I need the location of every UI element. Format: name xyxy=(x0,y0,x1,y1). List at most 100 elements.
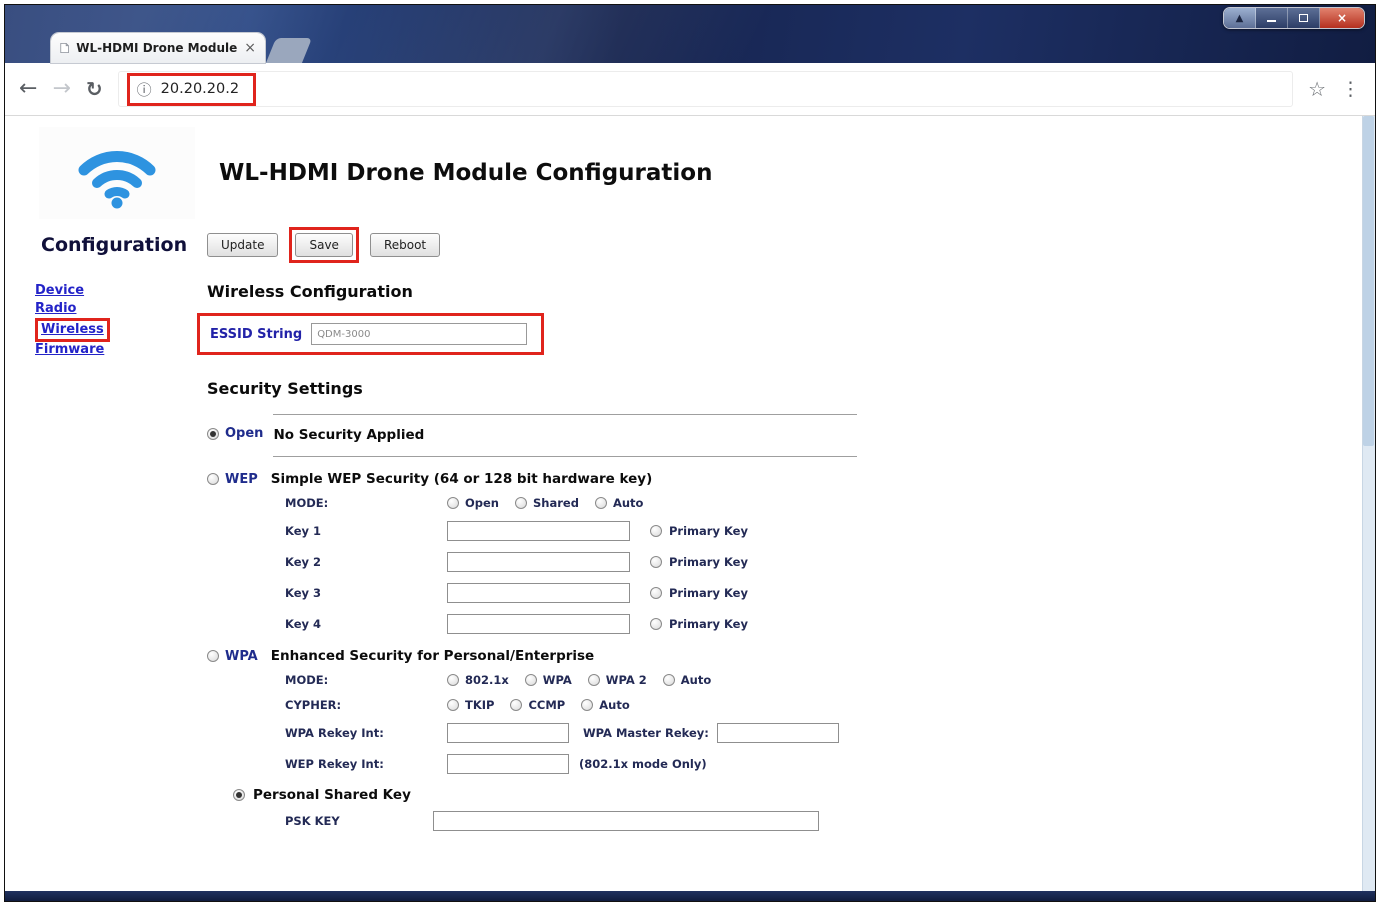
wep-rekey-row: WEP Rekey Int: (802.1x mode Only) xyxy=(285,754,857,774)
wep-rekey-label: WEP Rekey Int: xyxy=(285,757,384,771)
wpa-mode-wpa-radio[interactable] xyxy=(524,674,537,686)
wpa-cypher-ccmp-radio[interactable] xyxy=(510,699,523,711)
scrollbar-thumb[interactable] xyxy=(1363,116,1374,446)
wep-mode-open-radio[interactable] xyxy=(447,497,459,509)
wep-settings: MODE: Open Shared Auto Key 1 Primary Key… xyxy=(285,496,857,634)
bookmark-star-icon[interactable]: ☆ xyxy=(1308,77,1326,101)
wep-description: Simple WEP Security (64 or 128 bit hardw… xyxy=(270,471,653,487)
wep-mode-row: MODE: Open Shared Auto xyxy=(285,496,857,510)
wpa-cypher-label: CYPHER: xyxy=(285,698,342,712)
annotation-box-essid: ESSID String xyxy=(197,313,545,355)
psk-key-input[interactable] xyxy=(433,811,819,831)
security-option-psk: Personal Shared Key xyxy=(233,787,857,803)
wep-key4-row: Key 4 Primary Key xyxy=(285,614,857,634)
security-settings-heading: Security Settings xyxy=(207,379,363,398)
wep-key2-row: Key 2 Primary Key xyxy=(285,552,857,572)
info-icon[interactable]: ⓘ xyxy=(137,79,152,100)
wpa-cypher-row: CYPHER: TKIP CCMP Auto xyxy=(285,698,857,712)
sidebar-item-wireless[interactable]: Wireless xyxy=(41,321,104,339)
main-panel: Update Save Reboot Wireless Configuratio… xyxy=(197,220,1375,831)
psk-key-label: PSK KEY xyxy=(285,814,340,828)
maximize-button[interactable] xyxy=(1288,8,1320,28)
essid-label: ESSID String xyxy=(210,326,303,342)
wep-rekey-input[interactable] xyxy=(447,754,569,774)
wpa-mode-8021x-label: 802.1x xyxy=(465,673,509,687)
reboot-button[interactable]: Reboot xyxy=(369,233,441,257)
page-icon xyxy=(60,42,69,54)
sidebar-item-firmware[interactable]: Firmware xyxy=(35,341,207,359)
new-tab-stub[interactable] xyxy=(265,38,313,63)
wep-key1-primary-radio[interactable] xyxy=(650,525,662,537)
action-buttons: Update Save Reboot xyxy=(207,227,1375,263)
wep-key2-input[interactable] xyxy=(447,552,630,572)
wep-mode-shared-radio[interactable] xyxy=(515,497,527,509)
security-option-wpa: WPA Enhanced Security for Personal/Enter… xyxy=(207,648,857,664)
page-scrollbar[interactable] xyxy=(1362,116,1375,891)
tab-close-icon[interactable]: × xyxy=(244,41,256,55)
wpa-radio[interactable] xyxy=(207,650,219,662)
page-header: WL-HDMI Drone Module Configuration xyxy=(5,116,1375,220)
wep-key4-primary-label: Primary Key xyxy=(669,617,748,631)
wep-key1-primary-label: Primary Key xyxy=(669,524,748,538)
browser-window: ▲ × WL-HDMI Drone Module × ← → ↻ ⓘ 20.20… xyxy=(4,4,1376,902)
sidebar-item-device[interactable]: Device xyxy=(35,282,207,300)
wep-radio[interactable] xyxy=(207,473,219,485)
wpa-cypher-tkip-radio[interactable] xyxy=(447,699,459,711)
sidebar-heading: Configuration xyxy=(41,234,188,256)
wep-key1-input[interactable] xyxy=(447,521,630,541)
wep-mode-auto-radio[interactable] xyxy=(594,497,607,509)
wpa-master-rekey-input[interactable] xyxy=(716,723,839,743)
browser-toolbar: ← → ↻ ⓘ 20.20.20.2 ☆ ⋮ xyxy=(5,63,1375,116)
wep-key3-row: Key 3 Primary Key xyxy=(285,583,857,603)
minimize-button[interactable] xyxy=(1256,8,1288,28)
wep-key4-input[interactable] xyxy=(447,614,630,634)
wpa-cypher-auto-label: Auto xyxy=(599,698,630,712)
wep-key3-input[interactable] xyxy=(447,583,630,603)
back-icon[interactable]: ← xyxy=(19,78,37,100)
open-description: No Security Applied xyxy=(273,414,857,457)
sidebar-item-radio[interactable]: Radio xyxy=(35,300,207,318)
wep-key3-primary-radio[interactable] xyxy=(650,587,662,599)
wpa-cypher-ccmp-label: CCMP xyxy=(528,698,566,712)
save-button[interactable]: Save xyxy=(295,233,353,257)
wep-key4-label: Key 4 xyxy=(285,617,322,631)
close-button[interactable]: × xyxy=(1320,8,1364,28)
wpa-cypher-auto-radio[interactable] xyxy=(581,699,594,711)
open-radio[interactable] xyxy=(207,427,219,440)
browser-menu-icon[interactable]: ⋮ xyxy=(1341,78,1361,100)
wep-mode-shared-label: Shared xyxy=(533,496,579,510)
psk-key-row: PSK KEY xyxy=(285,811,857,831)
wpa-mode-wpa-label: WPA xyxy=(542,673,572,687)
url-text[interactable]: 20.20.20.2 xyxy=(161,81,239,97)
wep-key1-label: Key 1 xyxy=(285,524,322,538)
security-option-open: Open No Security Applied xyxy=(207,414,857,457)
wpa-mode-8021x-radio[interactable] xyxy=(447,674,459,686)
psk-radio[interactable] xyxy=(233,789,245,801)
wpa-mode-auto-radio[interactable] xyxy=(662,674,675,686)
window-bottom-edge xyxy=(5,891,1375,901)
wpa-mode-row: MODE: 802.1x WPA WPA 2 Auto xyxy=(285,673,857,687)
logo-box xyxy=(39,127,195,219)
wpa-description: Enhanced Security for Personal/Enterpris… xyxy=(270,648,595,664)
window-titlebar: ▲ × WL-HDMI Drone Module × xyxy=(5,5,1375,63)
wep-key2-primary-radio[interactable] xyxy=(650,556,662,568)
maximize-icon xyxy=(1299,14,1308,22)
wep-key3-primary-label: Primary Key xyxy=(669,586,748,600)
forward-icon[interactable]: → xyxy=(52,78,70,100)
reload-icon[interactable]: ↻ xyxy=(86,79,103,99)
wpa-master-rekey-label: WPA Master Rekey: xyxy=(583,726,709,740)
wep-key4-primary-radio[interactable] xyxy=(650,618,662,630)
security-block: Open No Security Applied WEP Simple WEP … xyxy=(207,414,857,831)
update-button[interactable]: Update xyxy=(207,233,279,257)
wifi-icon xyxy=(78,151,156,209)
psk-label: Personal Shared Key xyxy=(253,787,411,803)
essid-input[interactable] xyxy=(311,323,528,345)
wpa-mode-wpa2-radio[interactable] xyxy=(587,674,600,686)
annotation-box-wireless: Wireless xyxy=(35,318,110,342)
url-bar[interactable]: ⓘ 20.20.20.2 xyxy=(117,71,1294,107)
wep-key2-primary-label: Primary Key xyxy=(669,555,748,569)
wpa-rekey-input[interactable] xyxy=(447,723,569,743)
window-controls: ▲ × xyxy=(1223,7,1365,29)
browser-tab[interactable]: WL-HDMI Drone Module × xyxy=(51,33,265,63)
scroll-top-button[interactable]: ▲ xyxy=(1224,8,1256,28)
